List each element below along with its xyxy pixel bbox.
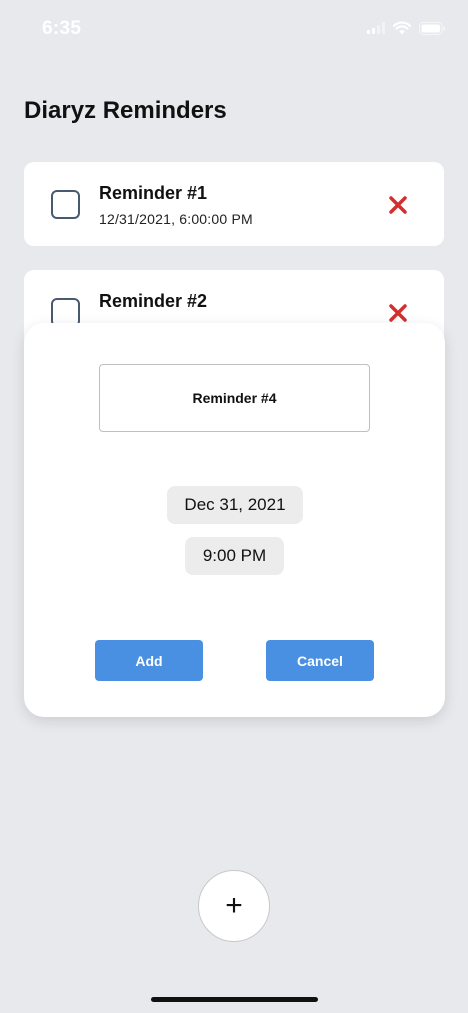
add-reminder-modal: Reminder #4 Dec 31, 2021 9:00 PM Add Can… (24, 323, 445, 717)
page-title: Diaryz Reminders (24, 97, 227, 124)
reminder-title: Reminder #2 (99, 291, 208, 311)
delete-icon[interactable] (388, 303, 408, 323)
add-reminder-fab[interactable]: + (198, 870, 270, 942)
battery-icon (419, 21, 446, 35)
home-indicator (151, 997, 318, 1002)
status-icons (367, 21, 446, 35)
status-time: 6:35 (42, 18, 82, 39)
reminder-title: Reminder #1 (99, 183, 208, 203)
reminder-name-input[interactable]: Reminder #4 (99, 364, 370, 432)
date-picker[interactable]: Dec 31, 2021 (167, 486, 303, 524)
status-bar: 6:35 (0, 0, 468, 60)
delete-icon[interactable] (388, 195, 408, 215)
signal-icon (367, 22, 385, 34)
add-button[interactable]: Add (95, 640, 203, 681)
reminder-datetime: 12/31/2021, 6:00:00 PM (99, 211, 253, 227)
cancel-button[interactable]: Cancel (266, 640, 374, 681)
wifi-icon (393, 21, 411, 35)
time-picker[interactable]: 9:00 PM (185, 537, 284, 575)
reminder-checkbox[interactable] (51, 190, 80, 219)
reminder-card: Reminder #1 12/31/2021, 6:00:00 PM (24, 162, 444, 246)
